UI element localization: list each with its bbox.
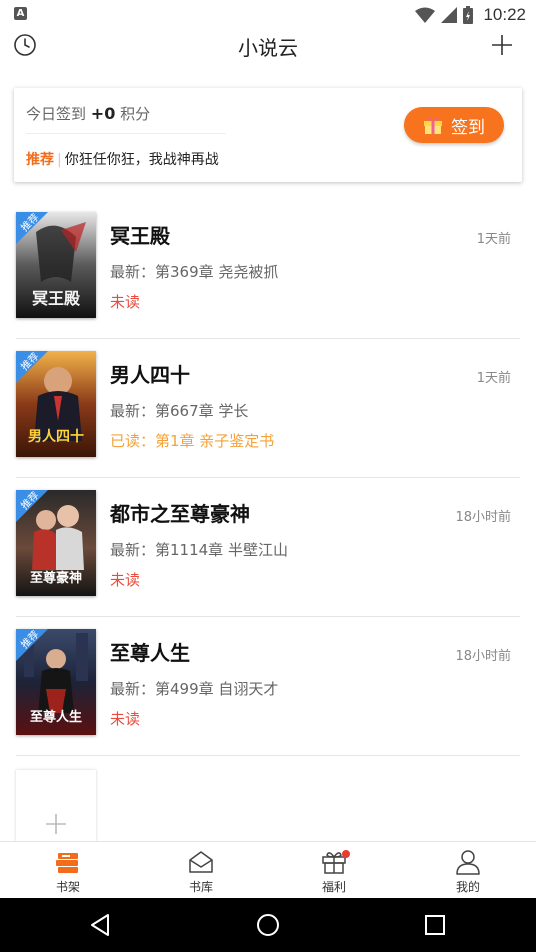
recommend-tag: 推荐 bbox=[26, 152, 54, 168]
library-icon bbox=[189, 851, 213, 873]
tab-bookshelf[interactable]: 书架 bbox=[28, 848, 108, 895]
update-time: 18小时前 bbox=[455, 649, 511, 664]
battery-icon bbox=[463, 6, 474, 24]
recents-icon[interactable] bbox=[420, 910, 450, 940]
book-cover: 冥王殿 推荐 bbox=[16, 212, 96, 318]
read-status: 未读 bbox=[110, 710, 141, 728]
read-status: 已读：第1章 亲子鉴定书 bbox=[110, 432, 275, 450]
tab-library[interactable]: 书库 bbox=[161, 848, 241, 895]
bottom-tab-bar: 书架 书库 福利 我的 bbox=[0, 841, 536, 898]
read-status: 未读 bbox=[110, 293, 141, 311]
book-title: 都市之至尊豪神 bbox=[110, 502, 250, 526]
clock: 10:22 bbox=[483, 5, 526, 24]
book-title: 男人四十 bbox=[110, 363, 190, 387]
latest-chapter: 最新：第667章 学长 bbox=[110, 402, 249, 420]
latest-chapter: 最新：第369章 尧尧被抓 bbox=[110, 263, 279, 281]
tab-welfare[interactable]: 福利 bbox=[294, 848, 374, 895]
recommend-text: 你狂任你狂，我战神再战 bbox=[64, 152, 219, 168]
book-item[interactable]: 至尊人生 推荐 至尊人生 18小时前 最新：第499章 自诩天才 未读 bbox=[0, 617, 536, 756]
book-cover: 男人四十 推荐 bbox=[16, 351, 96, 457]
book-item[interactable]: 冥王殿 推荐 冥王殿 1天前 最新：第369章 尧尧被抓 未读 bbox=[0, 200, 536, 339]
read-status: 未读 bbox=[110, 571, 141, 589]
tab-label: 我的 bbox=[455, 880, 480, 894]
system-nav-bar bbox=[0, 898, 536, 952]
cover-title: 至尊豪神 bbox=[30, 570, 82, 586]
wifi-icon bbox=[415, 7, 436, 23]
cover-title: 男人四十 bbox=[28, 428, 84, 445]
checkin-card: 今日签到 +0 积分 推荐 | 你狂任你狂，我战神再战 签到 bbox=[14, 88, 522, 182]
book-item[interactable]: 男人四十 推荐 男人四十 1天前 最新：第667章 学长 已读：第1章 亲子鉴定… bbox=[0, 339, 536, 478]
tab-label: 福利 bbox=[321, 880, 346, 894]
update-time: 1天前 bbox=[476, 371, 511, 386]
profile-icon bbox=[456, 850, 480, 875]
book-title: 冥王殿 bbox=[110, 224, 170, 248]
notification-dot bbox=[342, 850, 350, 858]
signal-icon bbox=[441, 7, 458, 23]
book-item[interactable]: 至尊豪神 推荐 都市之至尊豪神 18小时前 最新：第1114章 半壁江山 未读 bbox=[0, 478, 536, 617]
divider bbox=[26, 133, 226, 134]
latest-chapter: 最新：第499章 自诩天才 bbox=[110, 680, 279, 698]
status-bar: A 10:22 bbox=[0, 0, 536, 30]
book-cover: 至尊豪神 推荐 bbox=[16, 490, 96, 596]
add-book-button[interactable] bbox=[16, 770, 96, 842]
home-icon[interactable] bbox=[253, 910, 283, 940]
tab-label: 书架 bbox=[55, 880, 80, 894]
page-title: 小说云 bbox=[238, 36, 298, 60]
book-title: 至尊人生 bbox=[110, 641, 190, 665]
back-icon[interactable] bbox=[86, 910, 116, 940]
cover-title: 冥王殿 bbox=[32, 289, 81, 308]
cover-title: 至尊人生 bbox=[30, 709, 82, 725]
bookshelf-icon bbox=[56, 853, 78, 873]
gift-icon bbox=[424, 117, 442, 134]
app-bar: 小说云 bbox=[0, 30, 536, 80]
recommendation-banner[interactable]: 推荐 | 你狂任你狂，我战神再战 bbox=[26, 149, 219, 169]
update-time: 18小时前 bbox=[455, 510, 511, 525]
tab-label: 书库 bbox=[188, 880, 213, 894]
tab-profile[interactable]: 我的 bbox=[428, 848, 508, 895]
today-points: 今日签到 +0 积分 bbox=[26, 104, 151, 123]
plus-icon bbox=[46, 814, 66, 834]
app-notification-icon: A bbox=[14, 7, 27, 20]
add-icon[interactable] bbox=[490, 33, 514, 57]
latest-chapter: 最新：第1114章 半壁江山 bbox=[110, 541, 288, 559]
book-cover: 至尊人生 推荐 bbox=[16, 629, 96, 735]
divider bbox=[16, 755, 520, 756]
update-time: 1天前 bbox=[476, 232, 511, 247]
checkin-button[interactable]: 签到 bbox=[404, 107, 504, 143]
